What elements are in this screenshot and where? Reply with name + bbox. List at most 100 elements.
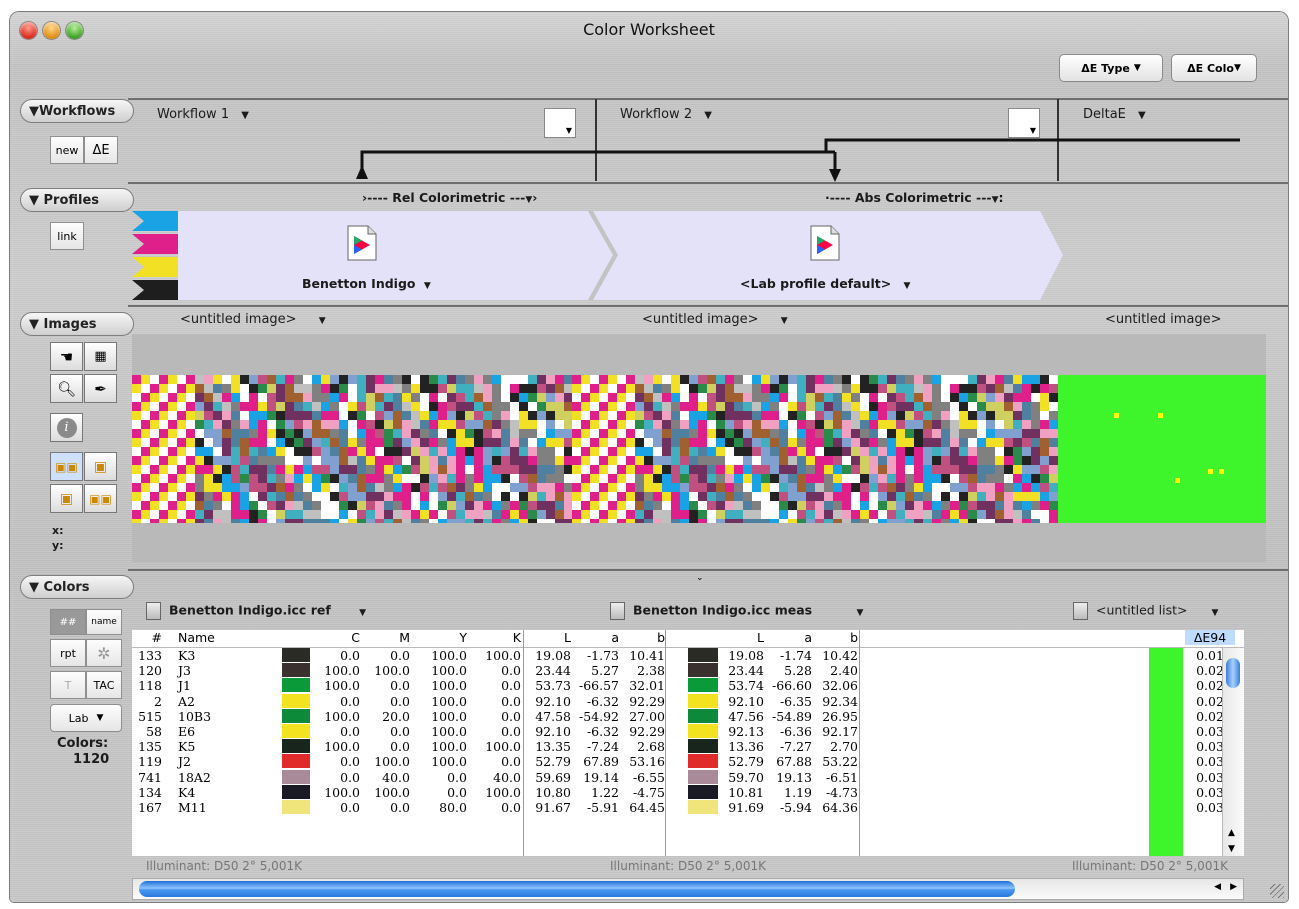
image-2-select[interactable]: <untitled image> ▼	[642, 312, 788, 327]
profile-2-select[interactable]: <Lab profile default> ▼	[740, 276, 910, 291]
rendering-intent-2-select[interactable]: ·---- Abs Colorimetric ---▼:	[825, 190, 1004, 205]
table-row[interactable]: 135 K5 100.0 0.0 100.0 100.0 13.35 -7.24 2.68 13.…	[132, 739, 1244, 754]
scroll-down-arrow-icon[interactable]: ▼	[1228, 844, 1235, 854]
untitled-list-select[interactable]: <untitled list> ▼	[1073, 602, 1218, 620]
scroll-right-arrow-icon[interactable]: ▶	[1230, 882, 1237, 892]
col-m[interactable]: M	[360, 630, 410, 645]
color-patch	[447, 465, 456, 474]
workflow-2-select[interactable]: Workflow 2 ▼	[620, 107, 712, 122]
sort-number-button[interactable]: ##	[50, 609, 86, 635]
col-y[interactable]: Y	[410, 630, 467, 645]
col-a2[interactable]: a	[764, 630, 812, 645]
delta-e-workflow-select[interactable]: DeltaE ▼	[1083, 107, 1146, 122]
report-button[interactable]: rpt	[50, 639, 86, 667]
color-patch	[617, 402, 626, 411]
t-button[interactable]: T	[50, 671, 86, 699]
col-b[interactable]: b	[619, 630, 665, 645]
horizontal-scrollbar[interactable]: ◀ ▶	[132, 878, 1244, 900]
image-1-select[interactable]: <untitled image> ▼	[180, 312, 326, 327]
resize-grip-icon[interactable]: ⌄	[696, 573, 704, 583]
view-image-a-button[interactable]: ▣	[50, 484, 83, 513]
color-patch	[456, 474, 465, 483]
profile-1-select[interactable]: Benetton Indigo ▼	[302, 276, 431, 291]
colors-section-toggle[interactable]: ▼ Colors	[20, 575, 134, 599]
cell-b2: 10.42	[822, 648, 858, 663]
info-button[interactable]: i	[50, 413, 83, 442]
delta-e-image-preview[interactable]	[1058, 375, 1266, 523]
table-row[interactable]: 134 K4 100.0 100.0 0.0 100.0 10.80 1.22 -4.75 10.…	[132, 784, 1244, 800]
vertical-scrollbar[interactable]: ▲ ▼	[1222, 648, 1244, 856]
table-row[interactable]: 133 K3 0.0 0.0 100.0 100.0 19.08 -1.73 10.41 19.0…	[132, 648, 1244, 663]
workflow-1-options-button[interactable]: ▼	[544, 108, 576, 138]
col-k[interactable]: K	[467, 630, 521, 645]
workflow-1-select[interactable]: Workflow 1 ▼	[157, 107, 249, 122]
marquee-tool-button[interactable]: ▦	[84, 342, 117, 371]
delta-e-type-button[interactable]: ΔE Type ▼	[1059, 54, 1163, 82]
color-patch	[168, 465, 177, 474]
image-2-preview[interactable]	[572, 375, 1058, 523]
hand-tool-button[interactable]: ☚	[50, 342, 83, 371]
settings-button[interactable]: ✲	[86, 639, 122, 667]
color-patch	[150, 402, 159, 411]
col-num[interactable]: #	[132, 630, 162, 645]
scroll-up-arrow-icon[interactable]: ▲	[1228, 828, 1235, 838]
col-a[interactable]: a	[571, 630, 619, 645]
image-1-preview[interactable]	[132, 375, 572, 523]
tac-button[interactable]: TAC	[86, 671, 122, 699]
document-icon	[1073, 602, 1088, 620]
table-row[interactable]: 741 18A2 0.0 40.0 0.0 40.0 59.69 19.14 -6.55 59.7…	[132, 769, 1244, 785]
table-row[interactable]: 167 M11 0.0 0.0 80.0 0.0 91.67 -5.91 64.45 91.69-…	[132, 800, 1244, 815]
color-patch	[725, 447, 734, 456]
delta-e-workflow-button[interactable]: ΔE	[84, 136, 118, 164]
color-patch	[752, 492, 761, 501]
workflow-2-options-button[interactable]: ▼	[1008, 108, 1040, 138]
window-resize-grip-icon[interactable]	[1270, 884, 1284, 898]
colors-table[interactable]: # Name C M Y K L a b L a b ΔE94 133 K3 0.0…	[132, 630, 1244, 856]
table-row[interactable]: 2 A2 0.0 0.0 100.0 0.0 92.10 -6.32 92.29 92.10 -6.…	[132, 693, 1244, 709]
scroll-left-arrow-icon[interactable]: ◀	[1214, 882, 1221, 892]
color-patch	[510, 474, 519, 483]
color-patch	[590, 393, 599, 402]
view-two-images-button[interactable]: ▣▣	[50, 452, 83, 481]
horizontal-scroll-thumb[interactable]	[139, 881, 1015, 897]
reference-list-select[interactable]: Benetton Indigo.icc ref ▼	[146, 602, 366, 620]
table-row[interactable]: 118 J1 100.0 0.0 100.0 0.0 53.73 -66.57 32.01 53.…	[132, 678, 1244, 693]
col-c[interactable]: C	[310, 630, 360, 645]
color-patch	[240, 492, 249, 501]
color-patch	[222, 411, 231, 420]
rendering-intent-1-select[interactable]: ›---- Rel Colorimetric ---▼›	[362, 190, 537, 205]
sort-name-button[interactable]: name	[86, 609, 122, 635]
deltae-label: DeltaE	[1083, 107, 1126, 122]
color-patch	[339, 402, 348, 411]
color-patch	[968, 447, 977, 456]
color-space-select[interactable]: Lab ▼	[50, 704, 122, 732]
image-3-select[interactable]: <untitled image>	[1105, 312, 1222, 327]
col-b2[interactable]: b	[812, 630, 858, 645]
color-patch	[375, 474, 384, 483]
link-button[interactable]: link	[50, 222, 84, 250]
table-row[interactable]: 58 E6 0.0 0.0 100.0 0.0 92.10 -6.32 92.29 92.13 -6…	[132, 724, 1244, 739]
delta-e-color-button[interactable]: ΔE Colo ▼	[1171, 54, 1257, 82]
profiles-section-toggle[interactable]: ▼ Profiles	[20, 188, 134, 212]
images-section-toggle[interactable]: ▼ Images	[20, 312, 134, 336]
measured-list-select[interactable]: Benetton Indigo.icc meas ▼	[610, 602, 863, 620]
col-name[interactable]: Name	[178, 630, 215, 645]
color-patch	[474, 411, 483, 420]
color-patch	[447, 420, 456, 429]
new-workflow-button[interactable]: new	[50, 136, 84, 164]
eyedropper-tool-button[interactable]: ✒	[84, 374, 117, 403]
color-patch	[752, 384, 761, 393]
color-patch	[1031, 519, 1040, 523]
workflows-section-toggle[interactable]: ▼ Workflows	[20, 99, 134, 123]
col-l2[interactable]: L	[717, 630, 764, 645]
table-row[interactable]: 120 J3 100.0 100.0 100.0 0.0 23.44 5.27 2.38 23.4…	[132, 663, 1244, 678]
zoom-tool-button[interactable]: 🔍︎	[50, 374, 83, 403]
table-row[interactable]: 515 10B3 100.0 20.0 100.0 0.0 47.58 -54.92 27.00…	[132, 708, 1244, 724]
table-row[interactable]: 119 J2 0.0 100.0 100.0 0.0 52.79 67.89 53.16 52.7…	[132, 754, 1244, 769]
col-delta-e[interactable]: ΔE94	[1185, 630, 1235, 645]
scroll-thumb[interactable]	[1226, 658, 1240, 688]
view-image-diff-button[interactable]: ▣▣	[84, 484, 117, 513]
color-patch	[447, 456, 456, 465]
view-single-image-button[interactable]: ▣	[84, 452, 117, 481]
col-l[interactable]: L	[524, 630, 571, 645]
